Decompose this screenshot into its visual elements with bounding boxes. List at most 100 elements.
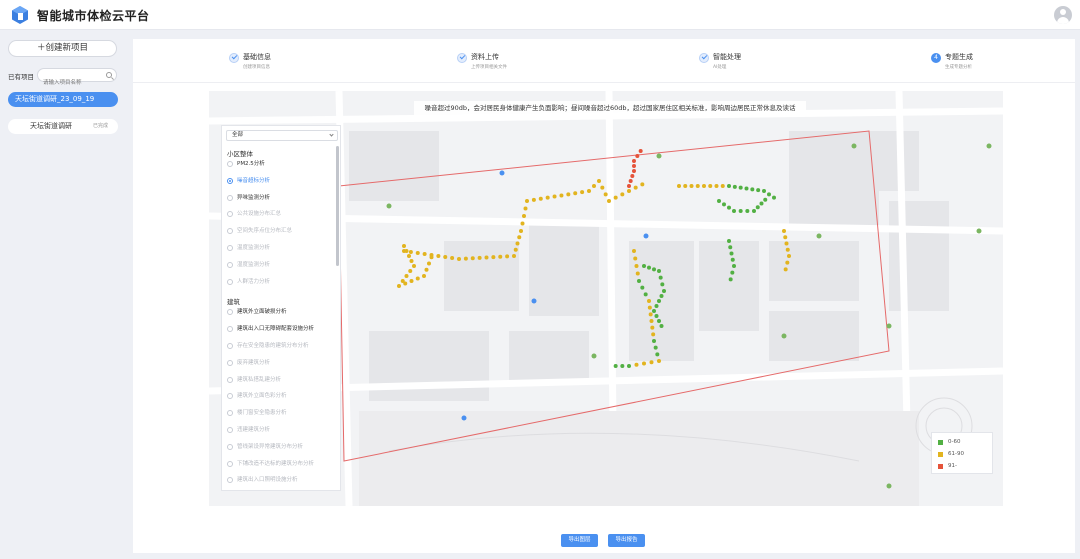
user-avatar-icon[interactable] [1054, 6, 1072, 24]
noise-point [722, 202, 726, 207]
noise-point [627, 184, 631, 188]
layer-option-label: 楼门窗安全隐患分析 [237, 410, 287, 417]
layer-option[interactable]: 建筑私搭乱建分析 [227, 376, 335, 385]
noise-point [640, 285, 645, 290]
noise-point [402, 244, 406, 248]
noise-point [498, 254, 503, 259]
step-desc: AI处理 [713, 65, 727, 70]
noise-point [412, 264, 416, 268]
chevron-down-icon[interactable] [329, 132, 334, 137]
radio-icon[interactable] [227, 460, 233, 467]
layer-group-title: 建筑 [227, 298, 240, 307]
radio-icon[interactable] [227, 211, 233, 218]
noise-map[interactable]: 噪音超过90db，会对居民身体健康产生负面影响；昼间噪音超过60db，超过国家居… [209, 91, 1003, 506]
layer-option[interactable]: PM2.5分析 [227, 160, 335, 169]
radio-icon[interactable] [227, 278, 233, 285]
noise-point [422, 274, 426, 278]
noise-point [580, 190, 585, 195]
layer-option-label: 建筑私搭乱建分析 [237, 376, 282, 383]
layer-option[interactable]: 存在安全隐患的建筑分布分析 [227, 342, 335, 351]
check-icon [229, 53, 239, 63]
step-progress: 基础信息 创建项目信息 资料上传 上传项目相关文件 智能处理 AI处理 4 专题… [133, 39, 1075, 83]
noise-point [638, 149, 643, 153]
noise-point [597, 179, 601, 183]
noise-point [520, 221, 525, 226]
radio-icon[interactable] [227, 359, 233, 366]
layer-option[interactable]: 建筑外立面色彩分析 [227, 392, 335, 401]
noise-point [573, 191, 578, 196]
radio-icon[interactable] [227, 393, 233, 400]
noise-point [427, 261, 431, 266]
legend-label: 61-90 [948, 451, 964, 457]
layer-option[interactable]: 人群活力分析 [227, 278, 335, 287]
radio-icon[interactable] [227, 161, 233, 167]
radio-icon[interactable] [227, 343, 233, 349]
radio-icon[interactable] [227, 376, 233, 383]
project-search-input[interactable] [38, 77, 98, 89]
layer-option[interactable]: 违建建筑分析 [227, 426, 335, 435]
layer-option[interactable]: 楼门窗安全隐患分析 [227, 409, 335, 418]
radio-icon[interactable] [227, 477, 233, 484]
layer-filter-select[interactable]: 全部 [226, 130, 338, 141]
noise-point [785, 260, 790, 265]
project-status: 已完成 [92, 123, 108, 129]
noise-point [732, 184, 737, 189]
noise-point [653, 345, 658, 350]
create-project-button[interactable]: ＋创建新项目 [8, 40, 117, 57]
noise-point [491, 255, 496, 260]
noise-point [783, 267, 788, 272]
layer-option[interactable]: 建筑出入口无障碍配套设施分析 [227, 325, 335, 334]
noise-point [730, 270, 735, 275]
layer-option[interactable]: 管线架设异常建筑分布分析 [227, 443, 335, 452]
layer-option[interactable]: 噪音超标分析 [227, 177, 335, 186]
radio-icon[interactable] [227, 228, 233, 235]
noise-point [613, 364, 618, 368]
radio-icon[interactable] [227, 261, 233, 268]
layer-option-label: 建筑外立面色彩分析 [237, 393, 287, 400]
export-map-button[interactable]: 导出图层 [561, 534, 598, 547]
radio-icon[interactable] [227, 443, 233, 450]
noise-point [658, 275, 663, 280]
layer-option[interactable]: 建筑外立面破损分析 [227, 308, 335, 317]
main-panel: 基础信息 创建项目信息 资料上传 上传项目相关文件 智能处理 AI处理 4 专题… [133, 39, 1075, 553]
project-item-active[interactable]: 天坛街道调研_23_09_19 [8, 92, 118, 107]
layer-option[interactable]: 异味监测分析 [227, 194, 335, 203]
project-search-box[interactable] [37, 68, 117, 89]
noise-point [522, 214, 526, 218]
layer-option[interactable]: 建筑出入口照明设施分析 [227, 476, 335, 485]
noise-point [424, 267, 429, 272]
project-item[interactable]: 天坛街道调研 已完成 [8, 119, 118, 134]
radio-icon[interactable] [227, 194, 233, 201]
noise-point [649, 360, 654, 365]
noise-point [752, 209, 756, 213]
layer-panel-scrollbar[interactable] [336, 146, 339, 266]
radio-icon[interactable] [227, 245, 233, 251]
noise-point [613, 195, 618, 200]
radio-icon[interactable] [227, 427, 233, 433]
step-title: 基础信息 [243, 53, 271, 61]
noise-point [531, 197, 536, 202]
legend-label: 0-60 [948, 439, 961, 445]
radio-icon[interactable] [227, 177, 233, 184]
layer-option-label: PM2.5分析 [237, 161, 265, 167]
radio-icon[interactable] [227, 309, 233, 316]
noise-point [523, 206, 528, 211]
project-name: 天坛街道调研_23_09_19 [15, 95, 95, 103]
radio-icon[interactable] [227, 326, 233, 333]
noise-point [657, 269, 661, 273]
export-report-button[interactable]: 导出报告 [608, 534, 645, 547]
noise-point [647, 299, 651, 303]
noise-point [738, 209, 743, 213]
layer-option[interactable]: 下铺改造不达标的建筑分布分析 [227, 460, 335, 469]
layer-option[interactable]: 温度监测分析 [227, 244, 335, 253]
noise-point [784, 241, 789, 246]
noise-point [477, 255, 482, 260]
noise-point [657, 319, 661, 323]
layer-option[interactable]: 公共设施分布汇总 [227, 210, 335, 219]
noise-point [657, 359, 661, 363]
radio-icon[interactable] [227, 410, 233, 417]
search-icon[interactable] [106, 72, 112, 78]
layer-option[interactable]: 空间失序点位分布汇总 [227, 227, 335, 236]
layer-option[interactable]: 废弃建筑分析 [227, 359, 335, 368]
layer-option[interactable]: 湿度监测分析 [227, 261, 335, 270]
